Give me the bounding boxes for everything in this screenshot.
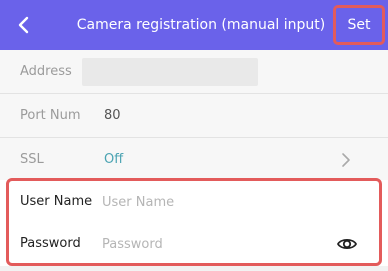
eye-icon[interactable] — [336, 234, 358, 254]
port-value[interactable]: 80 — [104, 94, 121, 138]
ssl-value: Off — [104, 152, 124, 167]
port-row: Port Num 80 — [0, 94, 388, 138]
password-label: Password — [20, 236, 81, 251]
address-label: Address — [20, 64, 72, 79]
address-row: Address — [0, 50, 388, 94]
ssl-row[interactable]: SSL Off — [0, 138, 388, 182]
back-button[interactable] — [12, 10, 34, 40]
password-input[interactable] — [102, 231, 312, 257]
password-row: Password — [0, 222, 388, 266]
username-input[interactable] — [102, 189, 312, 215]
header-bar: Camera registration (manual input) Set — [0, 0, 388, 50]
set-button-highlight: Set — [333, 5, 385, 45]
chevron-left-icon — [18, 16, 29, 34]
chevron-right-icon — [342, 153, 350, 167]
page-title: Camera registration (manual input) — [76, 17, 326, 33]
ssl-label: SSL — [20, 152, 44, 167]
port-label: Port Num — [20, 108, 81, 123]
set-button[interactable]: Set — [336, 8, 382, 42]
username-label: User Name — [20, 194, 93, 209]
username-row: User Name — [0, 180, 388, 224]
address-input[interactable] — [82, 58, 258, 86]
